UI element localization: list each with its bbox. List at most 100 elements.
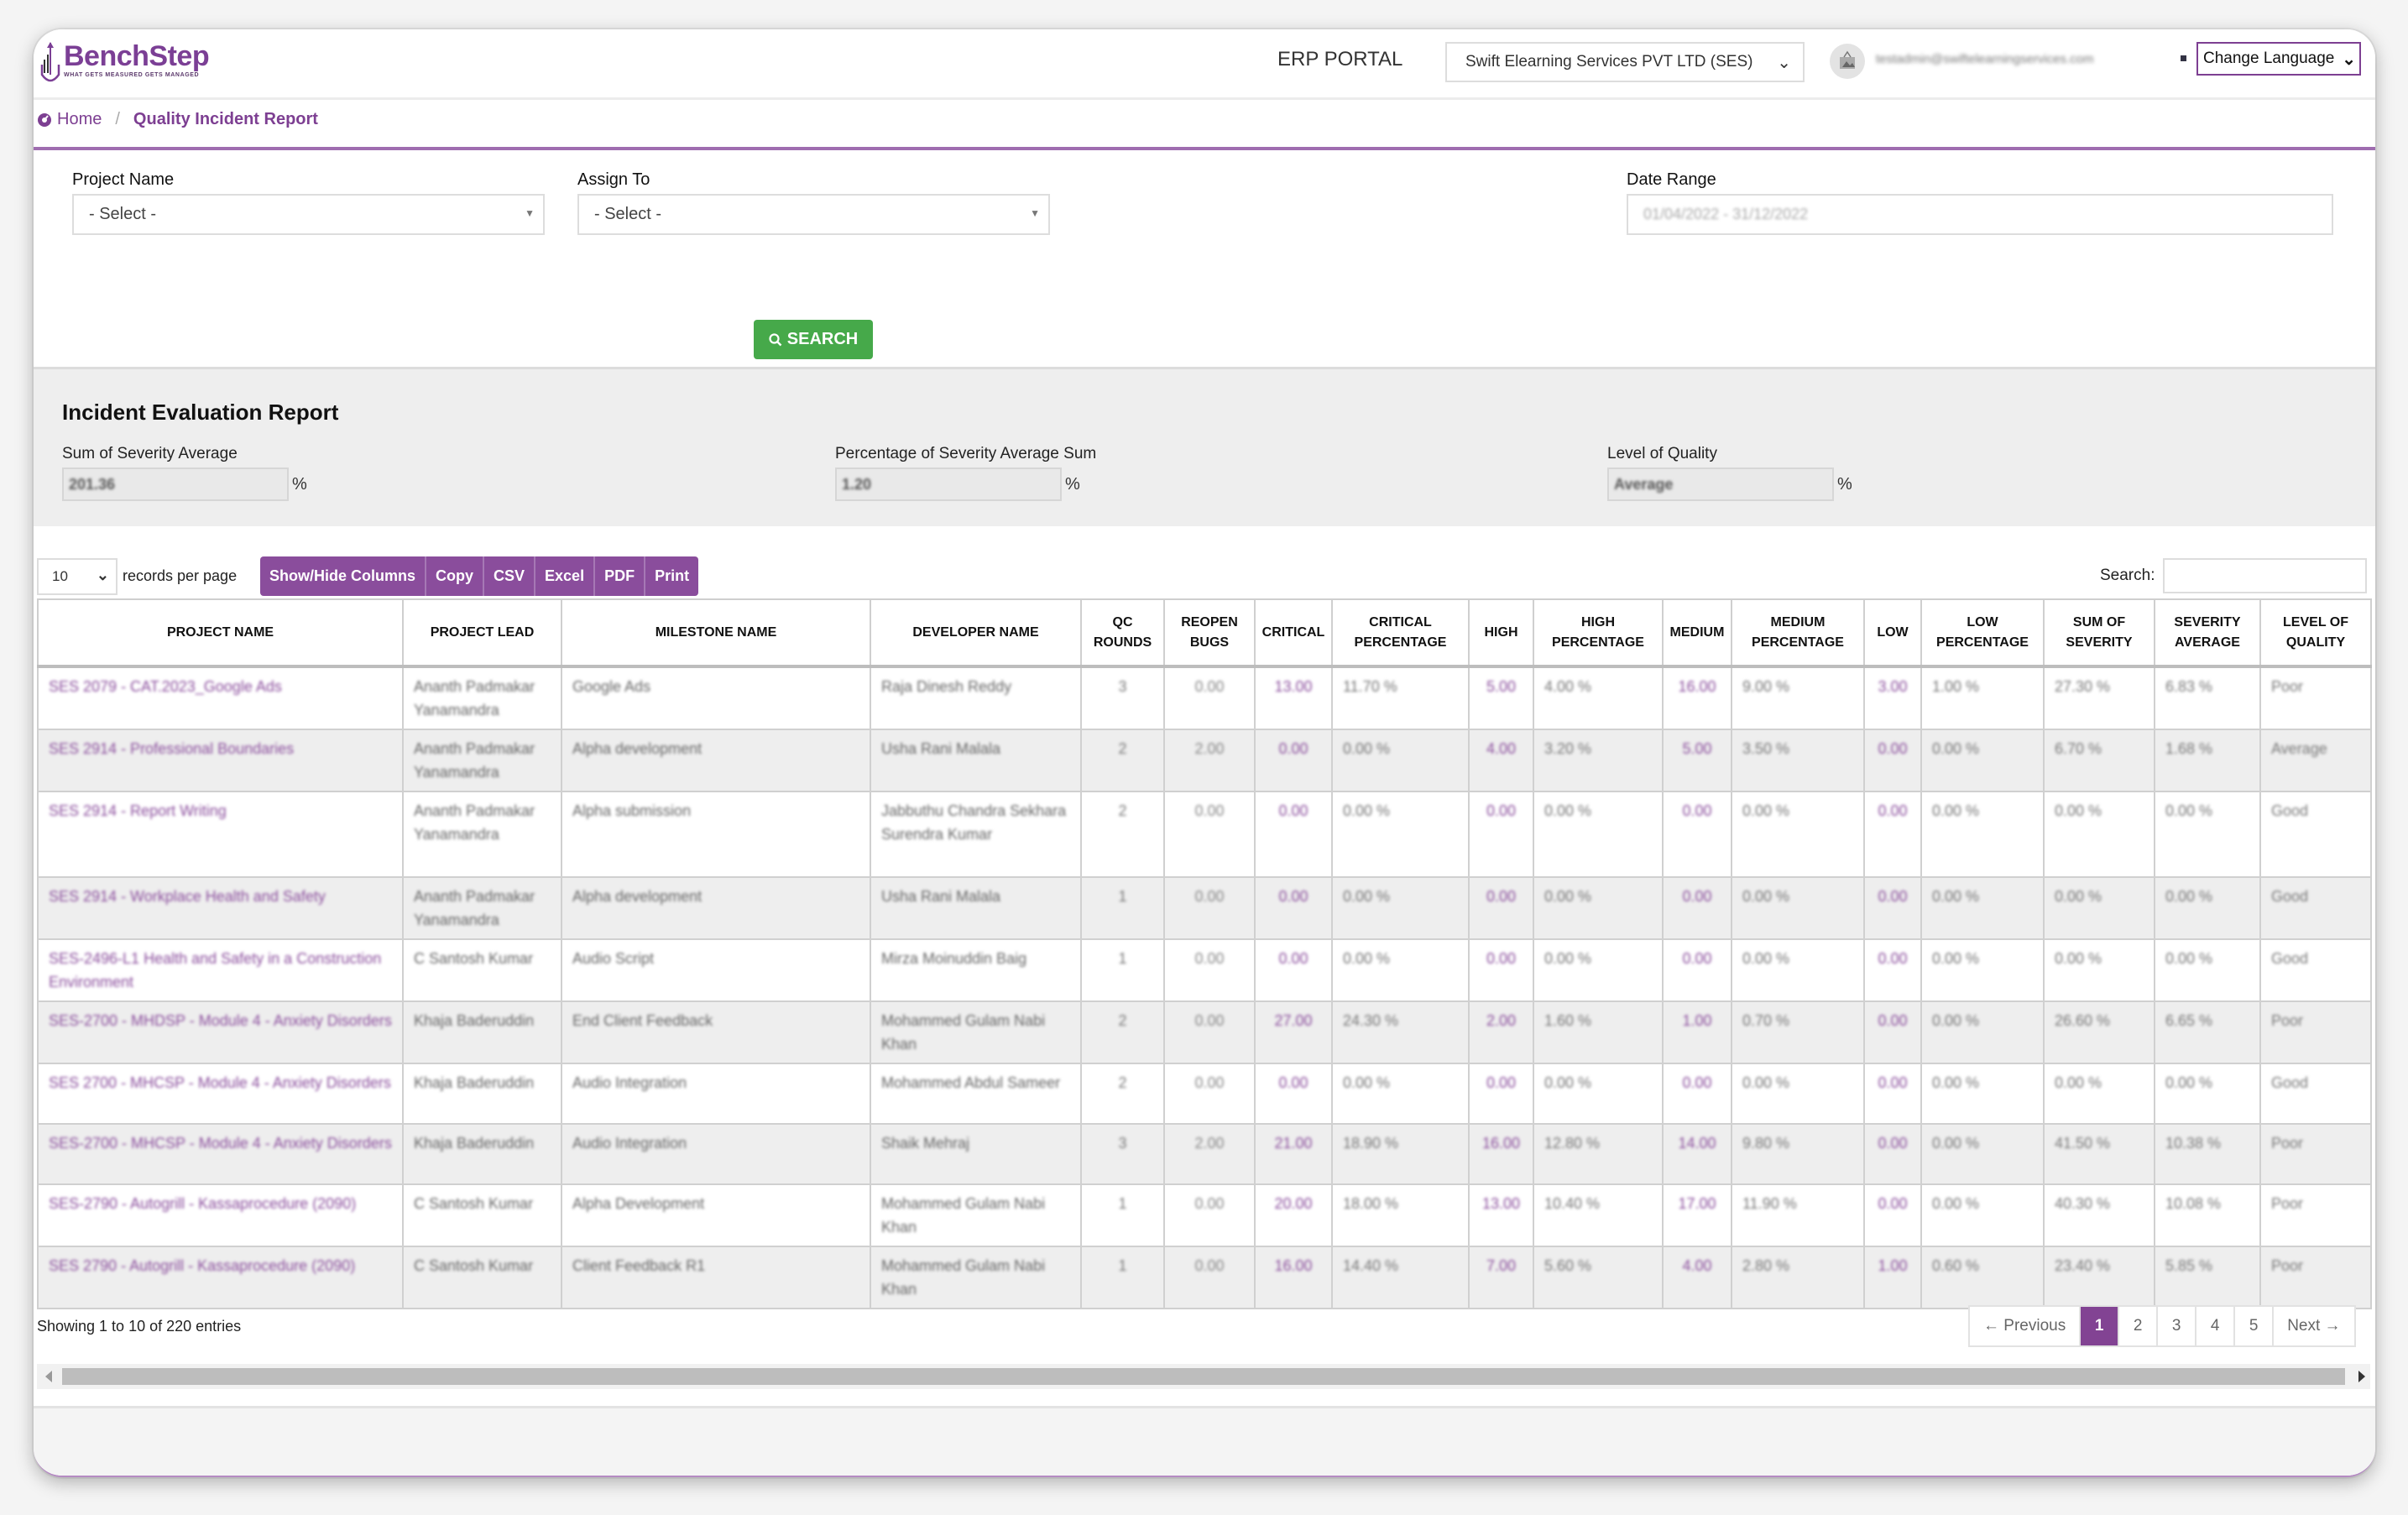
column-header-developer-name[interactable]: DEVELOPER NAME [870, 598, 1082, 668]
table-row[interactable]: SES 2914 - Report Writing Ananth Padmakar… [37, 791, 2372, 878]
cell-value: 14.40 % [1343, 1257, 1399, 1274]
column-header-project-lead[interactable]: PROJECT LEAD [402, 598, 562, 668]
project-link[interactable]: SES 2079 - CAT.2023_Google Ads [49, 678, 282, 695]
company-select[interactable]: Swift Elearning Services PVT LTD (SES) ⌄ [1445, 42, 1805, 82]
cell-project-name[interactable]: SES-2496-L1 Health and Safety in a Const… [37, 938, 404, 1002]
page-button-1[interactable]: 1 [2081, 1307, 2120, 1345]
column-header-low-percentage[interactable]: LOW PERCENTAGE [1920, 598, 2045, 668]
breadcrumb-home[interactable]: Home [37, 110, 102, 129]
column-header-medium[interactable]: MEDIUM [1662, 598, 1732, 668]
pdf-button[interactable]: PDF [595, 556, 646, 596]
user-email[interactable]: testadmin@swiftelearningservices.com [1876, 52, 2178, 65]
cell-project-name[interactable]: SES 2914 - Report Writing [37, 791, 404, 878]
page-length-select[interactable]: 10 ⌄ [37, 558, 118, 595]
cell-project-lead: Khaja Baderuddin [402, 1123, 562, 1185]
cell-project-name[interactable]: SES-2790 - Autogrill - Kassaprocedure (2… [37, 1183, 404, 1247]
column-header-sum-of-severity[interactable]: SUM OF SEVERITY [2043, 598, 2155, 668]
page-button-2[interactable]: 2 [2119, 1307, 2159, 1345]
cell-value: 1 [1118, 1195, 1127, 1212]
cell-project-name[interactable]: SES 2914 - Workplace Health and Safety [37, 876, 404, 940]
project-name-select[interactable]: - Select - ▼ [72, 194, 545, 235]
table-row[interactable]: SES-2790 - Autogrill - Kassaprocedure (2… [37, 1183, 2372, 1247]
column-header-low[interactable]: LOW [1863, 598, 1922, 668]
table-row[interactable]: SES 2700 - MHCSP - Module 4 - Anxiety Di… [37, 1063, 2372, 1125]
previous-page-button[interactable]: ← Previous [1970, 1307, 2082, 1345]
horizontal-scrollbar[interactable] [37, 1364, 2370, 1389]
column-header-high[interactable]: HIGH [1468, 598, 1534, 668]
cell-value: 0.00 [1682, 950, 1712, 967]
cell-critical: 0.00 [1254, 938, 1333, 1002]
cell-value: 0.00 [1278, 1074, 1308, 1091]
cell-low: 0.00 [1863, 876, 1922, 940]
excel-button[interactable]: Excel [535, 556, 596, 596]
column-header-project-name[interactable]: PROJECT NAME [37, 598, 404, 668]
cell-project-name[interactable]: SES 2914 - Professional Boundaries [37, 729, 404, 792]
column-header-reopen-bugs[interactable]: REOPEN BUGS [1163, 598, 1256, 668]
column-header-medium-percentage[interactable]: MEDIUM PERCENTAGE [1731, 598, 1865, 668]
cell-severity-average: 6.83 % [2154, 666, 2261, 730]
cell-project-name[interactable]: SES-2700 - MHDSP - Module 4 - Anxiety Di… [37, 1000, 404, 1064]
column-header-level-of-quality[interactable]: LEVEL OF QUALITY [2259, 598, 2372, 668]
cell-critical: 0.00 [1254, 876, 1333, 940]
cell-value: 10.08 % [2165, 1195, 2222, 1212]
page-button-5[interactable]: 5 [2235, 1307, 2275, 1345]
column-header-qc-rounds[interactable]: QC ROUNDS [1080, 598, 1165, 668]
table-row[interactable]: SES-2700 - MHCSP - Module 4 - Anxiety Di… [37, 1123, 2372, 1185]
page-button-4[interactable]: 4 [2196, 1307, 2236, 1345]
cell-project-name[interactable]: SES 2700 - MHCSP - Module 4 - Anxiety Di… [37, 1063, 404, 1125]
cell-project-name[interactable]: SES 2079 - CAT.2023_Google Ads [37, 666, 404, 730]
project-link[interactable]: SES 2914 - Workplace Health and Safety [49, 888, 326, 905]
scroll-right-icon[interactable] [2358, 1371, 2365, 1382]
scroll-left-icon[interactable] [45, 1371, 52, 1382]
cell-low: 3.00 [1863, 666, 1922, 730]
date-range-input[interactable]: 01/04/2022 - 31/12/2022 [1627, 194, 2333, 235]
assign-to-select[interactable]: - Select - ▼ [577, 194, 1050, 235]
column-header-critical-percentage[interactable]: CRITICAL PERCENTAGE [1331, 598, 1470, 668]
search-button[interactable]: SEARCH [754, 320, 873, 359]
sum-severity-unit: % [292, 475, 307, 494]
scrollbar-thumb[interactable] [62, 1368, 2345, 1385]
column-header-milestone-name[interactable]: MILESTONE NAME [561, 598, 871, 668]
brand-logo[interactable]: BenchStep WHAT GETS MEASURED GETS MANAGE… [40, 41, 210, 86]
print-button[interactable]: Print [645, 556, 699, 596]
page-button-3[interactable]: 3 [2158, 1307, 2197, 1345]
project-link[interactable]: SES-2496-L1 Health and Safety in a Const… [49, 950, 381, 990]
cell-project-name[interactable]: SES-2700 - MHCSP - Module 4 - Anxiety Di… [37, 1123, 404, 1185]
project-link[interactable]: SES-2700 - MHCSP - Module 4 - Anxiety Di… [49, 1135, 392, 1152]
column-header-critical[interactable]: CRITICAL [1254, 598, 1333, 668]
cell-low-percentage: 0.60 % [1920, 1246, 2045, 1309]
cell-project-lead: Ananth Padmakar Yanamandra [402, 666, 562, 730]
cell-sum-of-severity: 6.70 % [2043, 729, 2155, 792]
level-quality-unit: % [1837, 475, 1852, 494]
project-link[interactable]: SES-2790 - Autogrill - Kassaprocedure (2… [49, 1195, 356, 1212]
table-row[interactable]: SES 2914 - Workplace Health and Safety An… [37, 876, 2372, 940]
column-header-high-percentage[interactable]: HIGH PERCENTAGE [1533, 598, 1664, 668]
cell-high: 2.00 [1468, 1000, 1534, 1064]
project-link[interactable]: SES 2700 - MHCSP - Module 4 - Anxiety Di… [49, 1074, 391, 1091]
project-link[interactable]: SES 2914 - Professional Boundaries [49, 740, 294, 757]
next-page-button[interactable]: Next → [2274, 1307, 2354, 1345]
table-row[interactable]: SES-2496-L1 Health and Safety in a Const… [37, 938, 2372, 1002]
table-row[interactable]: SES 2079 - CAT.2023_Google Ads Ananth Pad… [37, 666, 2372, 730]
user-menu-caret-icon[interactable] [2181, 55, 2186, 61]
project-link[interactable]: SES 2914 - Report Writing [49, 802, 227, 819]
cell-qc-rounds: 2 [1080, 729, 1165, 792]
table-row[interactable]: SES-2700 - MHDSP - Module 4 - Anxiety Di… [37, 1000, 2372, 1064]
csv-button[interactable]: CSV [484, 556, 536, 596]
language-select[interactable]: Change Language ⌄ [2196, 42, 2361, 76]
copy-button[interactable]: Copy [426, 556, 485, 596]
cell-value: 40.30 % [2055, 1195, 2111, 1212]
show-hide-columns-button[interactable]: Show/Hide Columns [260, 556, 427, 596]
table-search-input[interactable] [2163, 558, 2367, 593]
project-link[interactable]: SES-2700 - MHDSP - Module 4 - Anxiety Di… [49, 1012, 392, 1029]
cell-project-name[interactable]: SES 2790 - Autogrill - Kassaprocedure (2… [37, 1246, 404, 1309]
cell-value: Audio Integration [572, 1074, 687, 1091]
user-avatar[interactable] [1830, 44, 1865, 79]
cell-value: Usha Rani Malala [881, 740, 1001, 757]
column-header-severity-average[interactable]: SEVERITY AVERAGE [2154, 598, 2261, 668]
table-row[interactable]: SES 2790 - Autogrill - Kassaprocedure (2… [37, 1246, 2372, 1309]
cell-low: 0.00 [1863, 1063, 1922, 1125]
cell-value: Usha Rani Malala [881, 888, 1001, 905]
table-row[interactable]: SES 2914 - Professional Boundaries Ananth… [37, 729, 2372, 792]
project-link[interactable]: SES 2790 - Autogrill - Kassaprocedure (2… [49, 1257, 355, 1274]
